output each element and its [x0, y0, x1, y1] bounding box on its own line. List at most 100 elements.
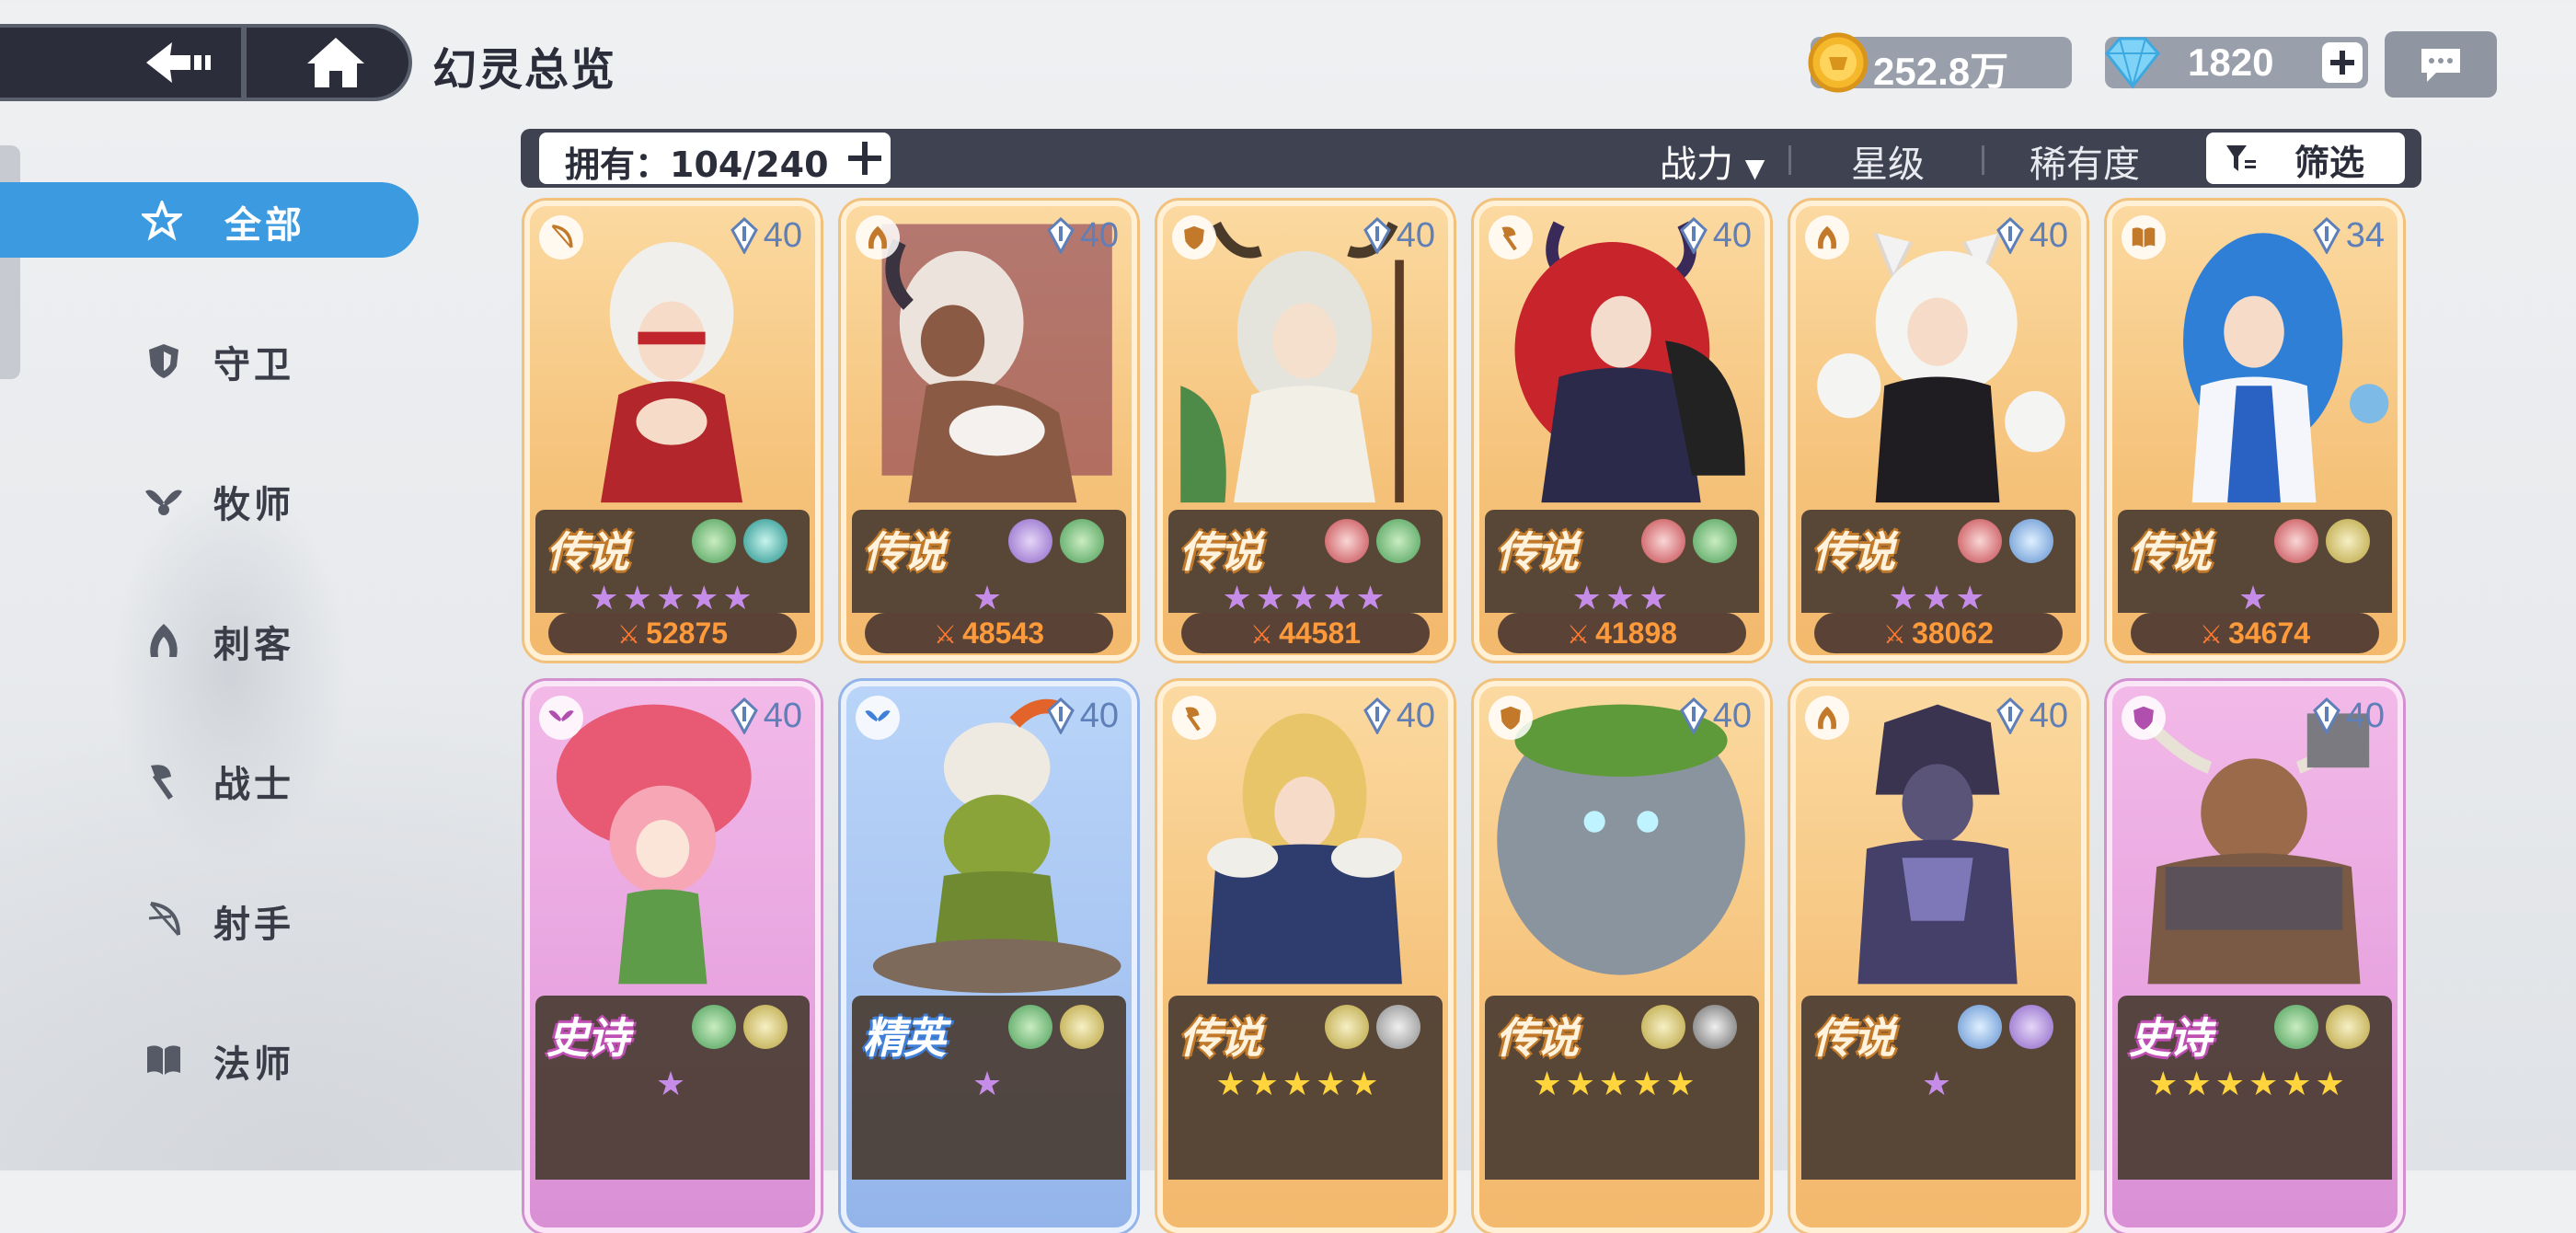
sort-power-label: 战力 [1660, 144, 1733, 186]
fire-element-icon [1958, 519, 2002, 563]
nature-element-icon [692, 519, 736, 563]
sort-star-tab[interactable]: 星级 [1851, 134, 1925, 188]
sidebar-item-guard[interactable]: 守卫 [0, 322, 419, 398]
page-title: 幻灵总览 [432, 44, 617, 96]
star-rating: ★★★★★★ [2148, 1066, 2349, 1103]
hero-card[interactable]: 40 传说 ★★★ ⚔ 41898 [1474, 201, 1770, 661]
dark-element-icon [1376, 1005, 1420, 1049]
ice-element-icon [1958, 1005, 2002, 1049]
bow-icon [551, 225, 573, 248]
hero-card[interactable]: 40 传说 ★★★ ⚔ 38062 [1790, 201, 2087, 661]
fire-element-icon [1641, 519, 1685, 563]
back-button[interactable] [110, 24, 248, 101]
sidebar-item-mage[interactable]: 法师 [0, 1021, 419, 1097]
class-badge [539, 696, 583, 740]
nature-element-icon [1693, 519, 1737, 563]
filter-button[interactable]: 筛选 [2206, 133, 2405, 184]
combat-power: ⚔ 41898 [1498, 613, 1746, 653]
hero-card[interactable]: 40 精英 ★ [841, 681, 1137, 1233]
star-rating: ★★★★★ [1222, 580, 1389, 617]
star-rating: ★★★ [1571, 580, 1673, 617]
gem-amount: 1820 [2188, 40, 2274, 84]
wings-icon [865, 710, 891, 722]
level-gem-icon [1363, 217, 1391, 254]
rarity-label: 传说 [863, 527, 946, 577]
class-badge [1172, 696, 1216, 740]
class-badge [1489, 696, 1533, 740]
diamond-icon [2105, 37, 2160, 89]
axe-icon [1501, 226, 1517, 251]
hero-info-panel: 传说 ★★★ [1485, 510, 1759, 617]
sort-divider [1982, 145, 1984, 175]
sidebar-item-assassin[interactable]: 刺客 [0, 602, 419, 677]
hero-level: 40 [2029, 696, 2068, 735]
level-indicator: 40 [2312, 694, 2385, 738]
wings-icon [145, 490, 182, 515]
home-icon [307, 38, 364, 87]
hero-card[interactable]: 40 传说 ★ ⚔ 48543 [841, 201, 1137, 661]
hero-card[interactable]: 40 史诗 ★ [524, 681, 821, 1233]
hero-card[interactable]: 40 传说 ★★★★★ [1157, 681, 1454, 1233]
shield-icon [2133, 706, 2154, 730]
sidebar-item-warrior[interactable]: 战士 [0, 742, 419, 817]
hero-level: 40 [2029, 215, 2068, 255]
class-badge [1805, 696, 1849, 740]
level-indicator: 40 [1679, 213, 1752, 258]
level-gem-icon [2312, 697, 2340, 734]
level-indicator: 40 [730, 213, 802, 258]
sort-rarity-tab[interactable]: 稀有度 [2030, 134, 2140, 188]
level-indicator: 40 [1046, 694, 1119, 738]
hero-card[interactable]: 40 传说 ★★★★★ [1474, 681, 1770, 1233]
star-rating: ★ [2237, 580, 2272, 617]
hero-level: 40 [1712, 215, 1752, 255]
plus-icon[interactable] [845, 138, 885, 179]
rarity-label: 史诗 [2129, 1013, 2212, 1063]
class-badge [2122, 696, 2166, 740]
star-rating: ★★★ [1888, 580, 1989, 617]
chat-button[interactable] [2385, 31, 2497, 98]
sidebar-item-archer[interactable]: 射手 [0, 882, 419, 957]
sort-power-tab[interactable]: 战力 ▼ [1660, 134, 1765, 188]
sidebar-item-label: 刺客 [213, 624, 294, 666]
hero-card[interactable]: 34 传说 ★ ⚔ 34674 [2107, 201, 2403, 661]
hero-info-panel: 传说 ★★★★★ [1485, 996, 1759, 1180]
crossed-swords-icon: ⚔ [1249, 619, 1274, 650]
hero-card[interactable]: 40 传说 ★★★★★ ⚔ 44581 [1157, 201, 1454, 661]
hero-card[interactable]: 40 传说 ★★★★★ ⚔ 52875 [524, 201, 821, 661]
rarity-label: 传说 [1179, 527, 1262, 577]
level-gem-icon [730, 217, 758, 254]
rarity-label: 传说 [2129, 527, 2212, 577]
home-button[interactable] [267, 24, 405, 101]
hero-info-panel: 精英 ★ [852, 996, 1126, 1180]
shield-icon [1501, 706, 1521, 730]
class-badge [539, 215, 583, 259]
sidebar-item-all[interactable]: 全部 [0, 182, 419, 258]
nav-divider [241, 28, 247, 98]
star-rating: ★ [1921, 1066, 1956, 1103]
hero-level: 40 [1396, 215, 1435, 255]
fire-element-icon [2274, 519, 2318, 563]
fire-element-icon [1325, 519, 1369, 563]
axe-icon [1185, 707, 1201, 732]
class-badge [1489, 215, 1533, 259]
chat-bubble-icon [2421, 49, 2460, 82]
plus-icon [2330, 51, 2354, 75]
combat-power: ⚔ 38062 [1814, 613, 2063, 653]
sidebar-item-label: 全部 [224, 204, 305, 247]
combat-power-value: 44581 [1279, 616, 1362, 650]
combat-power-value: 52875 [646, 616, 729, 650]
hero-card[interactable]: 40 传说 ★ [1790, 681, 2087, 1233]
hero-info-panel: 史诗 ★ [535, 996, 810, 1180]
star-rating: ★ [655, 1066, 690, 1103]
hero-level: 40 [763, 696, 802, 735]
hero-card[interactable]: 40 史诗 ★★★★★★ [2107, 681, 2403, 1233]
star-rating: ★★★★★ [1532, 1066, 1699, 1103]
light-element-icon [1325, 1005, 1369, 1049]
owned-count-box[interactable]: 拥有：104/240 [539, 133, 891, 185]
class-badge [1805, 215, 1849, 259]
level-gem-icon [1046, 217, 1075, 254]
add-gems-button[interactable] [2322, 42, 2363, 83]
crossed-swords-icon: ⚔ [1882, 619, 1907, 650]
sidebar-item-priest[interactable]: 牧师 [0, 462, 419, 537]
owned-count: 拥有：104/240 [565, 144, 829, 185]
